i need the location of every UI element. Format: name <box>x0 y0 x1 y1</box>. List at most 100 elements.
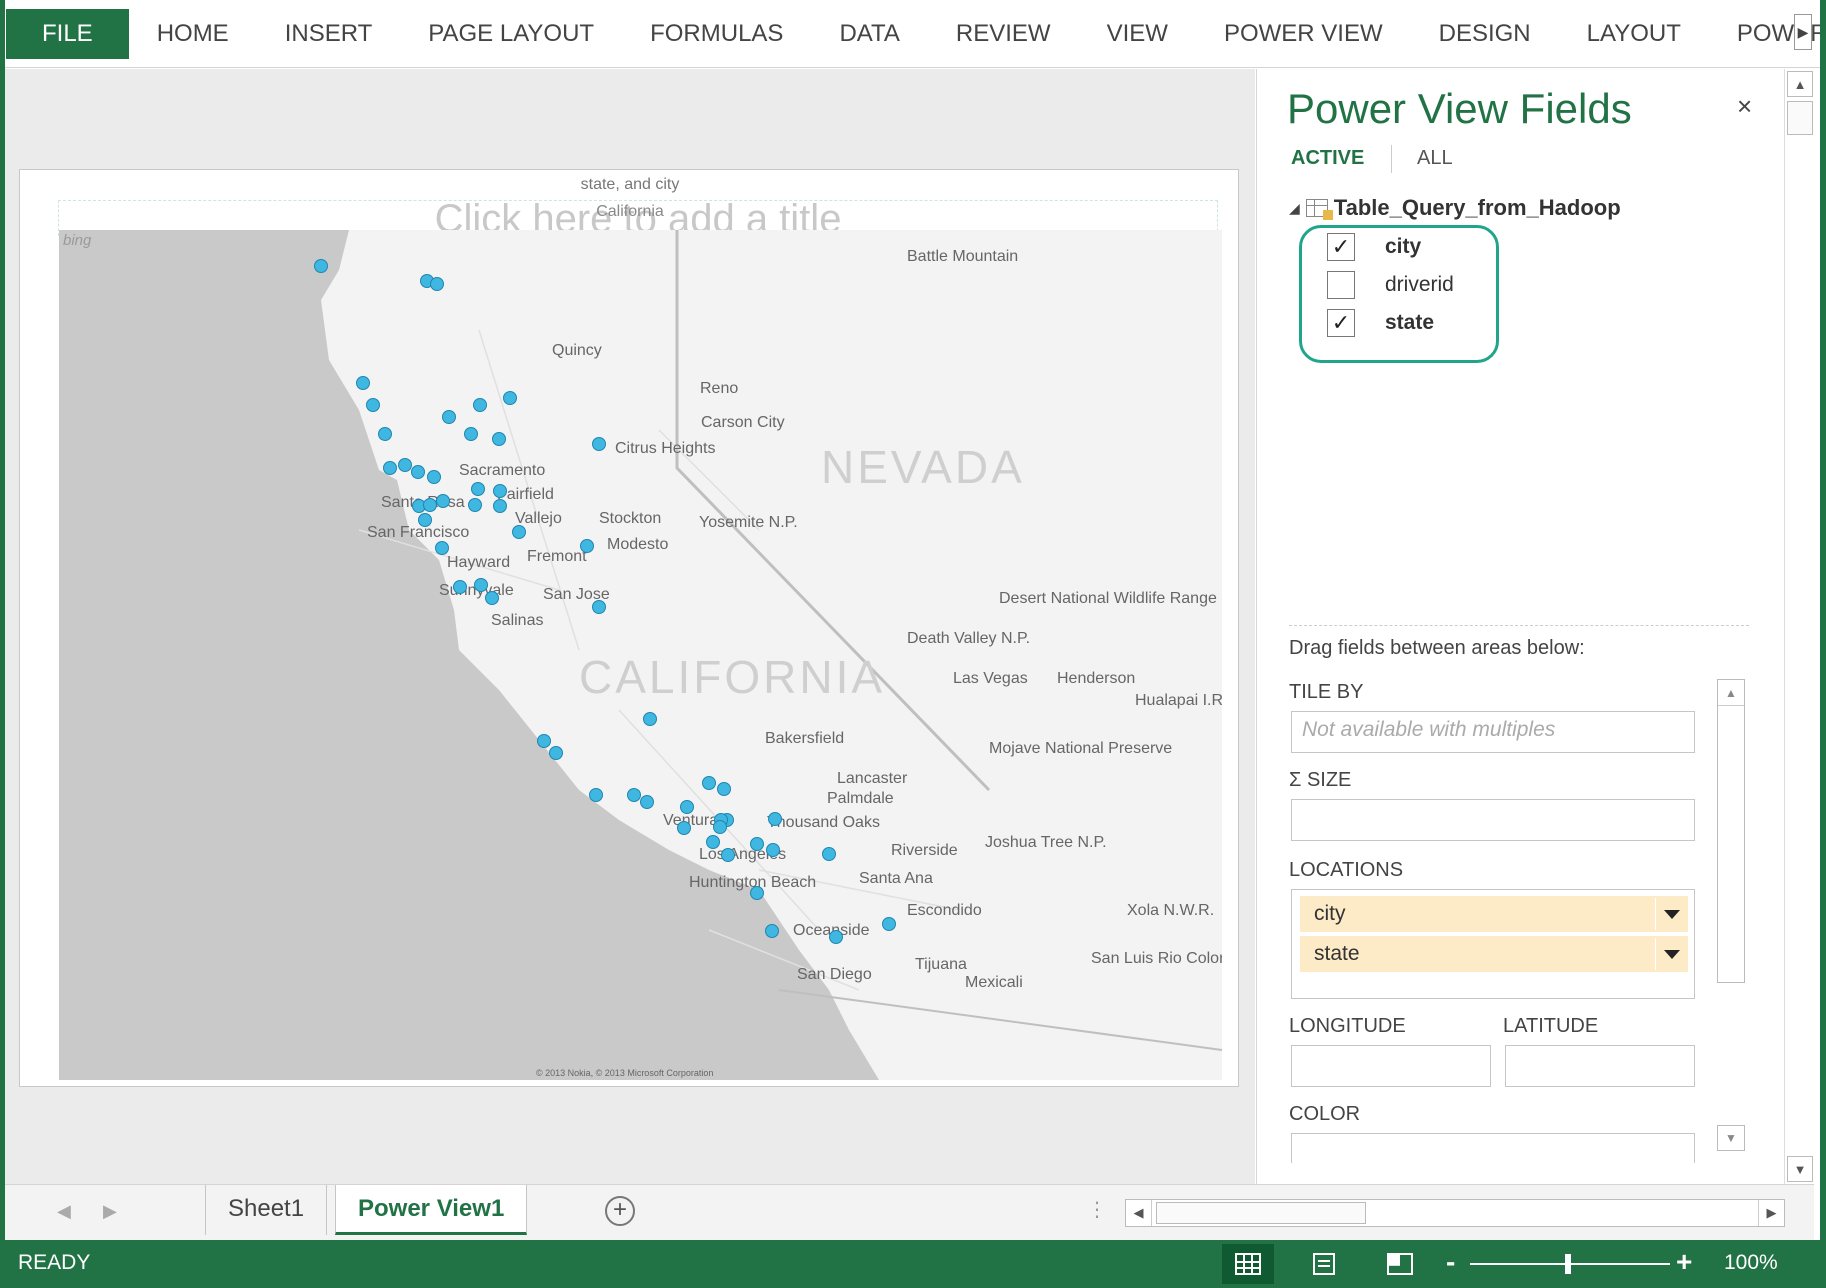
map-point[interactable] <box>592 600 606 614</box>
zoom-level[interactable]: 100% <box>1724 1251 1778 1275</box>
map-point[interactable] <box>435 541 449 555</box>
map-point[interactable] <box>766 843 780 857</box>
map-point[interactable] <box>750 886 764 900</box>
map-point[interactable] <box>471 482 485 496</box>
map-point[interactable] <box>453 580 467 594</box>
locations-well[interactable]: city state <box>1291 889 1695 999</box>
map-point[interactable] <box>492 432 506 446</box>
areas-scrollbar[interactable]: ▲ <box>1717 679 1745 983</box>
location-item-city[interactable]: city <box>1300 896 1688 932</box>
page-break-view-button[interactable] <box>1374 1244 1426 1284</box>
map-point[interactable] <box>503 391 517 405</box>
map-point[interactable] <box>750 837 764 851</box>
map-point[interactable] <box>592 437 606 451</box>
zoom-in-button[interactable]: + <box>1676 1246 1692 1278</box>
map-point[interactable] <box>768 812 782 826</box>
tab-design[interactable]: DESIGN <box>1411 0 1559 68</box>
map-visualization[interactable]: state, and city Click here to add a titl… <box>19 169 1239 1087</box>
ribbon-scroll-right-icon[interactable]: ▶ <box>1794 14 1812 50</box>
map-point[interactable] <box>442 410 456 424</box>
page-layout-view-button[interactable] <box>1298 1244 1350 1284</box>
sheet-tab-sheet1[interactable]: Sheet1 <box>205 1185 328 1235</box>
splitter-handle-icon[interactable]: ⋮ <box>1087 1197 1107 1222</box>
add-sheet-icon[interactable]: + <box>605 1196 635 1226</box>
scroll-up-icon[interactable]: ▲ <box>1718 680 1744 706</box>
map-point[interactable] <box>537 734 551 748</box>
map-point[interactable] <box>430 277 444 291</box>
map-point[interactable] <box>643 712 657 726</box>
zoom-out-button[interactable]: - <box>1446 1246 1455 1278</box>
scroll-left-icon[interactable]: ◀ <box>1126 1200 1152 1226</box>
map-point[interactable] <box>680 800 694 814</box>
map-point[interactable] <box>765 924 779 938</box>
field-driverid[interactable]: driverid <box>1327 271 1454 299</box>
map-point[interactable] <box>549 746 563 760</box>
tab-home[interactable]: HOME <box>129 0 257 68</box>
map-point[interactable] <box>398 458 412 472</box>
map-point[interactable] <box>383 461 397 475</box>
map-point[interactable] <box>473 398 487 412</box>
scroll-up-icon[interactable]: ▲ <box>1787 71 1813 97</box>
map-point[interactable] <box>829 930 843 944</box>
map-point[interactable] <box>436 494 450 508</box>
dropdown-arrow-icon[interactable] <box>1664 910 1680 919</box>
map-point[interactable] <box>717 782 731 796</box>
map-point[interactable] <box>589 788 603 802</box>
longitude-well[interactable] <box>1291 1045 1491 1087</box>
map-point[interactable] <box>580 539 594 553</box>
tab-review[interactable]: REVIEW <box>928 0 1079 68</box>
map-point[interactable] <box>882 917 896 931</box>
normal-view-button[interactable] <box>1222 1244 1274 1284</box>
sheet-next-icon[interactable]: ▶ <box>103 1201 117 1222</box>
map-point[interactable] <box>627 788 641 802</box>
tab-insert[interactable]: INSERT <box>257 0 401 68</box>
map-point[interactable] <box>706 835 720 849</box>
map-point[interactable] <box>512 525 526 539</box>
map-point[interactable] <box>464 427 478 441</box>
map-point[interactable] <box>721 848 735 862</box>
map-point[interactable] <box>314 259 328 273</box>
tab-active[interactable]: ACTIVE <box>1291 147 1364 170</box>
map-point[interactable] <box>677 821 691 835</box>
close-icon[interactable]: × <box>1737 91 1752 122</box>
scroll-right-icon[interactable]: ▶ <box>1758 1200 1784 1226</box>
map-point[interactable] <box>468 498 482 512</box>
map-point[interactable] <box>493 499 507 513</box>
tab-page-layout[interactable]: PAGE LAYOUT <box>400 0 622 68</box>
scroll-down-icon[interactable]: ▼ <box>1787 1156 1813 1182</box>
field-state[interactable]: ✓ state <box>1327 309 1434 337</box>
size-well[interactable] <box>1291 799 1695 841</box>
map-point[interactable] <box>356 376 370 390</box>
map-point[interactable] <box>474 578 488 592</box>
pane-scrollbar[interactable]: ▲ ▼ <box>1784 69 1814 1184</box>
tab-all[interactable]: ALL <box>1417 147 1453 170</box>
map-point[interactable] <box>493 484 507 498</box>
map[interactable]: bing NEVADA CALIFORNIA Battle Mountain Q… <box>59 230 1222 1080</box>
map-point[interactable] <box>702 776 716 790</box>
map-point[interactable] <box>640 795 654 809</box>
zoom-slider-thumb[interactable] <box>1565 1254 1571 1274</box>
collapse-arrow-icon[interactable]: ◢ <box>1289 200 1300 217</box>
scroll-thumb[interactable] <box>1787 101 1813 135</box>
scroll-down-icon[interactable]: ▼ <box>1717 1125 1745 1151</box>
table-node[interactable]: ◢ Table_Query_from_Hadoop <box>1289 195 1621 221</box>
checkbox[interactable]: ✓ <box>1327 233 1355 261</box>
sheet-tab-power-view1[interactable]: Power View1 <box>335 1185 528 1235</box>
map-point[interactable] <box>427 470 441 484</box>
checkbox[interactable]: ✓ <box>1327 309 1355 337</box>
dropdown-arrow-icon[interactable] <box>1664 950 1680 959</box>
tab-view[interactable]: VIEW <box>1079 0 1196 68</box>
tab-power-view[interactable]: POWER VIEW <box>1196 0 1411 68</box>
tab-data[interactable]: DATA <box>811 0 927 68</box>
scroll-thumb[interactable] <box>1156 1202 1366 1224</box>
map-point[interactable] <box>418 513 432 527</box>
sheet-prev-icon[interactable]: ◀ <box>57 1201 71 1222</box>
tab-file[interactable]: FILE <box>6 8 129 59</box>
tile-by-well[interactable]: Not available with multiples <box>1291 711 1695 753</box>
latitude-well[interactable] <box>1505 1045 1695 1087</box>
checkbox[interactable] <box>1327 271 1355 299</box>
location-item-state[interactable]: state <box>1300 936 1688 972</box>
map-point[interactable] <box>366 398 380 412</box>
map-point[interactable] <box>423 498 437 512</box>
map-point[interactable] <box>822 847 836 861</box>
